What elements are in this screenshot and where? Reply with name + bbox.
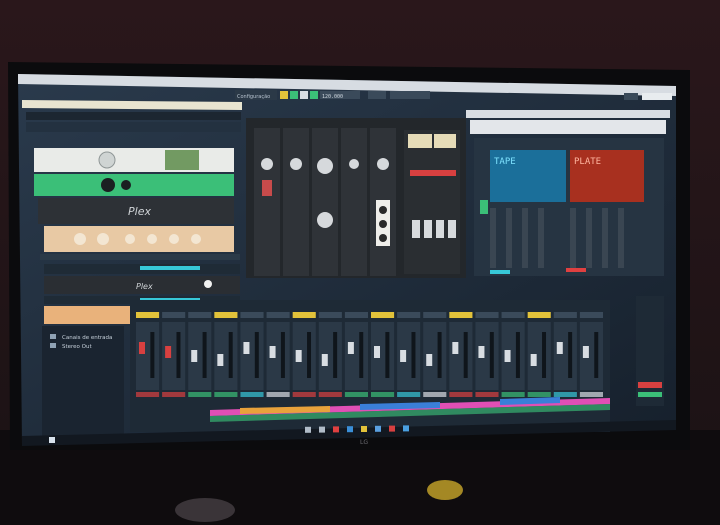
toolbar-zoom-text: Configuração [237, 94, 270, 100]
windows-icon[interactable] [49, 437, 55, 443]
fader-handle[interactable] [504, 350, 511, 362]
mixer-channel-strip[interactable] [240, 312, 264, 397]
fader-handle[interactable] [530, 354, 537, 366]
track-list: Canais de entrada Stereo Out [42, 326, 124, 436]
mixer-channel-strip[interactable] [162, 312, 186, 397]
fader-handle[interactable] [478, 346, 485, 358]
mixer-channel-strip[interactable] [475, 312, 499, 397]
mixer-channel-strip[interactable] [318, 312, 342, 397]
mail-icon[interactable] [403, 425, 409, 432]
task-view-icon[interactable] [319, 426, 325, 433]
mixer-channel-strip[interactable] [579, 312, 603, 397]
toolbar-button[interactable] [280, 91, 288, 99]
monitor-screen: Configuração 120.000 Plex Plex TAPE PLAT… [18, 74, 676, 446]
mixer-channel-strip[interactable] [136, 312, 160, 397]
fader-handle[interactable] [426, 354, 433, 366]
plate-display-text: PLATE [574, 157, 601, 167]
tempo-display: 120.000 [322, 94, 343, 100]
mixer-channel-strip[interactable] [188, 312, 212, 397]
store-icon[interactable] [375, 425, 381, 432]
fader-handle[interactable] [400, 350, 407, 362]
mixer-channel-strip[interactable] [397, 312, 421, 397]
mixer-channel-strip[interactable] [344, 312, 368, 397]
mixer-channel-strip[interactable] [527, 312, 551, 397]
mixer-channel-strip[interactable] [449, 312, 473, 397]
mixer-channel-strip[interactable] [214, 312, 238, 397]
toolbar-button[interactable] [300, 91, 308, 99]
plugin-panel-tube [44, 226, 234, 252]
fader-handle[interactable] [582, 346, 589, 358]
fader-handle[interactable] [269, 346, 276, 358]
fader-handle[interactable] [321, 354, 328, 366]
daw-icon[interactable] [389, 425, 395, 432]
fader-handle[interactable] [217, 354, 224, 366]
plugin-panel-white [34, 148, 234, 172]
toolbar-button[interactable] [310, 91, 318, 99]
fader-handle[interactable] [243, 342, 250, 354]
fader-handle[interactable] [191, 350, 198, 362]
explorer-icon[interactable] [361, 426, 367, 432]
toolbar-button[interactable] [290, 91, 298, 99]
plex-label-small: Plex [136, 282, 153, 291]
tape-display-text: TAPE [494, 157, 516, 167]
fader-handle[interactable] [452, 342, 459, 354]
photo-scene: Configuração 120.000 Plex Plex TAPE PLAT… [0, 0, 720, 525]
fader-handle[interactable] [556, 342, 563, 354]
search-icon[interactable] [305, 426, 311, 433]
mixer-channel-strip[interactable] [553, 312, 577, 397]
plex-label: Plex [128, 205, 151, 218]
fader-handle[interactable] [295, 350, 302, 362]
fader-handle[interactable] [347, 342, 354, 354]
plugin-rack-left: Plex Plex [34, 148, 240, 324]
mixer-channel-strip[interactable] [501, 312, 525, 397]
monitor-brand-mark: LG [360, 439, 368, 446]
desk-object-left [175, 498, 235, 522]
mixer-channel-strip[interactable] [371, 312, 395, 397]
track-label-inputs[interactable]: Canais de entrada [62, 335, 112, 341]
mixer-channel-strip[interactable] [423, 312, 447, 397]
desk-object [427, 480, 463, 500]
fader-handle[interactable] [374, 346, 380, 358]
chrome-icon[interactable] [333, 426, 339, 433]
plugin-panel-green [34, 174, 234, 196]
edge-icon[interactable] [347, 426, 353, 433]
fader-handle[interactable] [139, 342, 145, 354]
mixer-channel-strip[interactable] [292, 312, 316, 397]
track-label-stereo-out[interactable]: Stereo Out [62, 344, 92, 350]
fader-handle[interactable] [165, 346, 172, 358]
plugin-rack-center [246, 118, 466, 278]
mixer-channel-strip[interactable] [266, 312, 290, 397]
